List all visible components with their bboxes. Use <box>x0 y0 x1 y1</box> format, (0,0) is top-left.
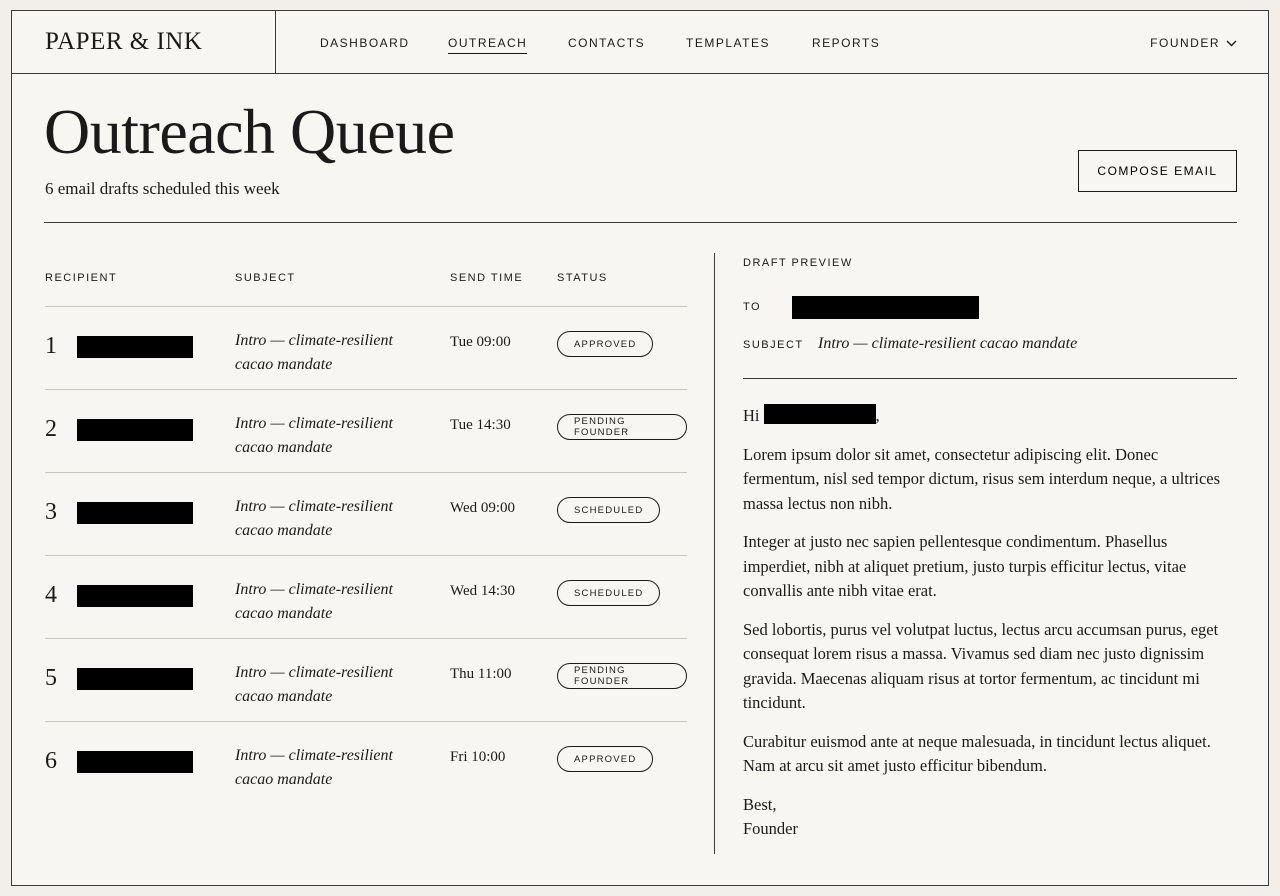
recipient-redacted <box>77 336 193 358</box>
row-subject: Intro — climate-resilient cacao mandate <box>235 664 393 705</box>
row-subject: Intro — climate-resilient cacao mandate <box>235 498 393 539</box>
nav-outreach[interactable]: OUTREACH <box>448 36 528 54</box>
row-number: 1 <box>45 333 57 359</box>
user-name: FOUNDER <box>1150 36 1220 50</box>
divider <box>44 222 1237 223</box>
greeting-text: Hi <box>743 406 760 425</box>
status-badge: PENDING FOUNDER <box>557 414 687 440</box>
row-send-time: Tue 09:00 <box>450 334 511 350</box>
row-subject: Intro — climate-resilient cacao mandate <box>235 747 393 788</box>
status-badge: PENDING FOUNDER <box>557 663 687 689</box>
preview-subject: Intro — climate-resilient cacao mandate <box>818 335 1078 352</box>
email-body: Hi, Lorem ipsum dolor sit amet, consecte… <box>743 404 1233 842</box>
table-row[interactable]: 3 Intro — climate-resilient cacao mandat… <box>45 472 687 555</box>
body-paragraph: Sed lobortis, purus vel volutpat luctus,… <box>743 619 1219 713</box>
table-row[interactable]: 2 Intro — climate-resilient cacao mandat… <box>45 389 687 472</box>
compose-email-button[interactable]: COMPOSE EMAIL <box>1078 150 1237 192</box>
subject-label: SUBJECT <box>743 339 804 351</box>
table-row[interactable]: 6 Intro — climate-resilient cacao mandat… <box>45 721 687 804</box>
recipient-redacted <box>77 585 193 607</box>
status-badge: APPROVED <box>557 746 654 772</box>
nav-contacts[interactable]: CONTACTS <box>568 36 645 50</box>
recipient-redacted <box>77 668 193 690</box>
column-header-status: STATUS <box>557 272 608 284</box>
status-badge: SCHEDULED <box>557 580 661 606</box>
row-send-time: Wed 09:00 <box>450 500 516 516</box>
row-number: 4 <box>45 582 57 608</box>
column-header-recipient: RECIPIENT <box>45 272 118 284</box>
to-label: TO <box>743 301 762 313</box>
table-row[interactable]: 1 Intro — climate-resilient cacao mandat… <box>45 306 687 389</box>
page-subtitle: 6 email drafts scheduled this week <box>45 179 280 198</box>
column-header-send-time: SEND TIME <box>450 272 524 284</box>
nav-templates[interactable]: TEMPLATES <box>686 36 770 50</box>
row-send-time: Wed 14:30 <box>450 583 516 599</box>
recipient-redacted <box>77 502 193 524</box>
signoff: Best, <box>743 794 777 814</box>
greeting-comma: , <box>875 406 880 425</box>
nav-reports[interactable]: REPORTS <box>812 36 880 50</box>
row-send-time: Fri 10:00 <box>450 749 506 765</box>
row-number: 5 <box>45 665 57 691</box>
to-redacted <box>792 296 979 319</box>
app-frame: PAPER & INK DASHBOARD OUTREACH CONTACTS … <box>11 10 1269 886</box>
row-number: 2 <box>45 416 57 442</box>
top-bar: PAPER & INK DASHBOARD OUTREACH CONTACTS … <box>12 11 1268 74</box>
divider <box>743 378 1237 379</box>
table-row[interactable]: 4 Intro — climate-resilient cacao mandat… <box>45 555 687 638</box>
panel-divider <box>714 253 715 854</box>
greeting: Hi, <box>743 404 1233 429</box>
body-paragraph: Curabitur euismod ante at neque malesuad… <box>743 731 1211 776</box>
row-number: 3 <box>45 499 57 525</box>
chevron-down-icon <box>1226 40 1237 46</box>
body-paragraph: Lorem ipsum dolor sit amet, consectetur … <box>743 444 1221 513</box>
column-header-subject: SUBJECT <box>235 272 296 284</box>
row-send-time: Thu 11:00 <box>450 666 512 682</box>
status-badge: SCHEDULED <box>557 497 661 523</box>
body-paragraph: Integer at justo nec sapien pellentesque… <box>743 532 1187 600</box>
nav-dashboard[interactable]: DASHBOARD <box>320 36 410 50</box>
recipient-redacted <box>77 419 193 441</box>
draft-preview-label: DRAFT PREVIEW <box>743 257 853 269</box>
row-send-time: Tue 14:30 <box>450 417 511 433</box>
table-row[interactable]: 5 Intro — climate-resilient cacao mandat… <box>45 638 687 721</box>
status-badge: APPROVED <box>557 331 654 357</box>
page-title: Outreach Queue <box>44 96 455 167</box>
recipient-redacted <box>77 751 193 773</box>
row-number: 6 <box>45 748 57 774</box>
row-subject: Intro — climate-resilient cacao mandate <box>235 415 393 456</box>
row-subject: Intro — climate-resilient cacao mandate <box>235 581 393 622</box>
greeting-name-redacted <box>763 404 876 424</box>
brand-logo[interactable]: PAPER & INK <box>12 11 276 73</box>
row-subject: Intro — climate-resilient cacao mandate <box>235 332 393 373</box>
user-menu[interactable]: FOUNDER <box>1150 36 1237 50</box>
signature: Founder <box>743 819 798 838</box>
